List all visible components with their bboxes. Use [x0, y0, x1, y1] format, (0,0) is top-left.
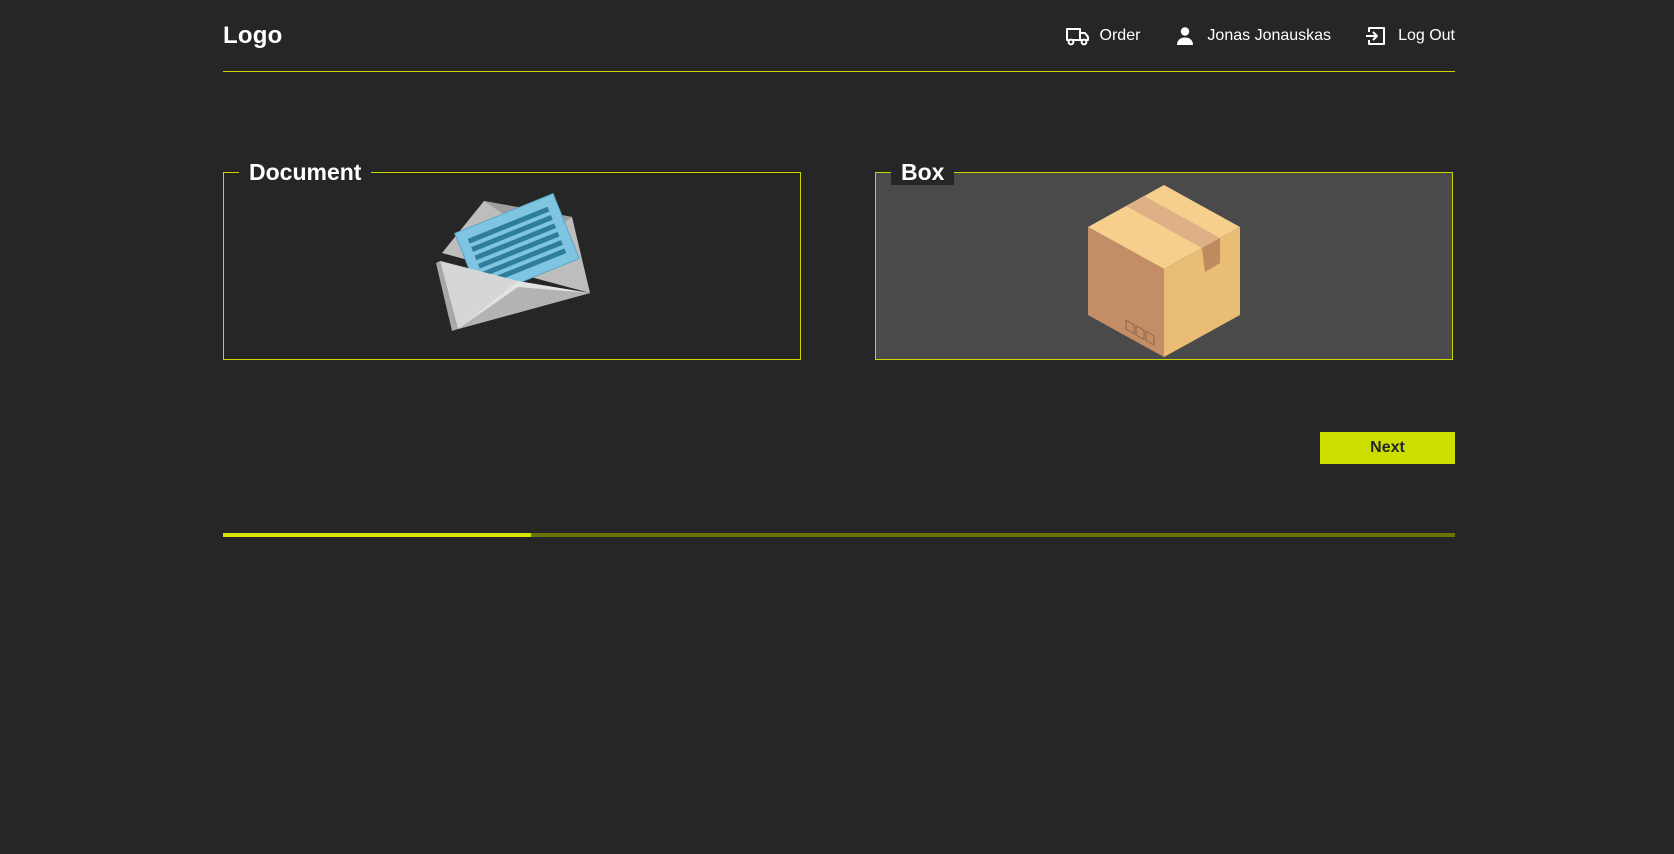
- nav-order[interactable]: Order: [1065, 24, 1141, 48]
- nav-logout[interactable]: Log Out: [1364, 24, 1455, 48]
- nav-order-label: Order: [1099, 27, 1141, 44]
- progress-bar-fill: [223, 533, 531, 537]
- next-button[interactable]: Next: [1320, 432, 1455, 464]
- logout-icon: [1364, 24, 1388, 48]
- person-icon: [1173, 24, 1197, 48]
- progress-bar: [223, 533, 1455, 537]
- nav-logout-label: Log Out: [1398, 27, 1455, 44]
- envelope-letter-icon: [422, 181, 602, 336]
- box-option-label: Box: [891, 159, 955, 185]
- box-option[interactable]: Box: [875, 159, 1453, 360]
- truck-icon: [1065, 24, 1090, 48]
- header: Logo Order Jonas Jonauskas Log Out: [223, 0, 1455, 72]
- nav-user[interactable]: Jonas Jonauskas: [1173, 24, 1331, 48]
- top-nav: Order Jonas Jonauskas Log Out: [1033, 24, 1455, 48]
- cardboard-box-icon: [1084, 181, 1244, 366]
- logo[interactable]: Logo: [223, 22, 282, 50]
- document-option[interactable]: Document: [223, 159, 801, 360]
- document-option-label: Document: [239, 159, 372, 185]
- nav-user-label: Jonas Jonauskas: [1207, 27, 1332, 44]
